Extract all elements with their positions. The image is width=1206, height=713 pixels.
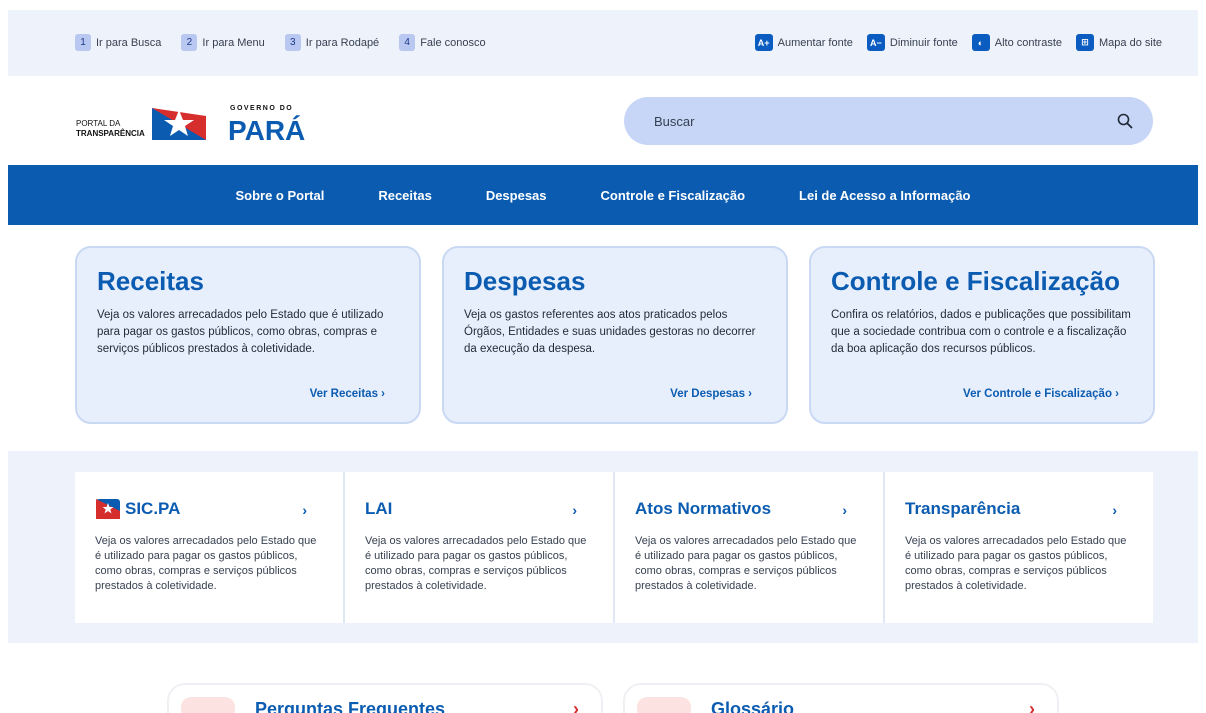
sitemap-icon: ⊞ — [1076, 34, 1095, 51]
skip-label: Ir para Menu — [202, 36, 265, 49]
skip-link-menu[interactable]: 2 Ir para Menu — [181, 34, 265, 51]
tile-title: Atos Normativos — [635, 498, 861, 520]
card-text: Veja os valores arrecadados pelo Estado … — [97, 309, 384, 355]
tile-atos-normativos[interactable]: Atos Normativos › Veja os valores arreca… — [615, 472, 885, 623]
card-title: Receitas — [97, 266, 204, 296]
portal-logo[interactable]: PORTAL DA TRANSPARÊNCIA GOVERNO DO PARÁ — [76, 102, 316, 146]
card-text: Veja os gastos referentes aos atos prati… — [464, 309, 756, 355]
tool-label: Aumentar fonte — [777, 36, 853, 49]
tile-title-text: SIC.PA — [125, 499, 181, 518]
logo-gov: GOVERNO DO — [230, 105, 293, 112]
font-decrease-icon: A− — [866, 34, 885, 51]
contrast-icon: ◐ — [971, 34, 990, 51]
nav-sobre-portal[interactable]: Sobre o Portal — [208, 188, 351, 203]
font-increase-icon: A+ — [754, 34, 773, 51]
sitemap-button[interactable]: ⊞ Mapa do site — [1076, 34, 1162, 51]
tile-transparencia[interactable]: Transparência › Veja os valores arrecada… — [885, 472, 1153, 623]
tile-title-text: Atos Normativos — [635, 499, 772, 518]
card-glossario[interactable]: Glossário › — [623, 683, 1059, 713]
chevron-right-icon[interactable]: › — [573, 699, 579, 713]
chevron-right-icon[interactable]: › — [302, 502, 307, 518]
search-input[interactable] — [654, 113, 1094, 129]
skip-number: 3 — [284, 34, 301, 51]
tile-title: LAI — [365, 498, 591, 520]
ver-controle-link[interactable]: Ver Controle e Fiscalização › — [963, 388, 1119, 400]
card-despesas[interactable]: Despesas Veja os gastos referentes aos a… — [442, 246, 788, 424]
chevron-right-icon[interactable]: › — [1112, 502, 1117, 518]
tile-text: Veja os valores arrecadados pelo Estado … — [905, 535, 1127, 592]
skip-link-footer[interactable]: 3 Ir para Rodapé — [284, 34, 380, 51]
logo-line1: PORTAL DA — [76, 119, 121, 128]
tool-label: Alto contraste — [994, 36, 1063, 49]
accessibility-bar: 1 Ir para Busca 2 Ir para Menu 3 Ir para… — [8, 10, 1198, 76]
tile-title-text: LAI — [365, 499, 393, 518]
tile-text: Veja os valores arrecadados pelo Estado … — [635, 535, 857, 592]
tile-title: Transparência — [905, 498, 1131, 520]
skip-link-contact[interactable]: 4 Fale conosco — [399, 34, 486, 51]
sic-flag-icon — [96, 499, 120, 519]
skip-label: Ir para Rodapé — [305, 36, 380, 49]
chevron-right-icon[interactable]: › — [1029, 699, 1035, 713]
glossary-icon — [637, 697, 691, 713]
high-contrast-button[interactable]: ◐ Alto contraste — [971, 34, 1063, 51]
faq-icon — [181, 697, 235, 713]
card-perguntas-frequentes[interactable]: Perguntas Frequentes › — [167, 683, 603, 713]
chevron-right-icon[interactable]: › — [842, 502, 847, 518]
tool-label: Diminuir fonte — [889, 36, 958, 49]
tile-lai[interactable]: LAI › Veja os valores arrecadados pelo E… — [345, 472, 615, 623]
para-flag-icon: PORTAL DA TRANSPARÊNCIA GOVERNO DO PARÁ — [76, 105, 305, 146]
decrease-font-button[interactable]: A− Diminuir fonte — [866, 34, 958, 51]
tile-text: Veja os valores arrecadados pelo Estado … — [95, 535, 317, 592]
skip-number: 2 — [181, 34, 198, 51]
search-bar — [624, 97, 1153, 145]
skip-label: Ir para Busca — [96, 36, 162, 49]
tool-label: Mapa do site — [1099, 36, 1162, 49]
tile-text: Veja os valores arrecadados pelo Estado … — [365, 535, 587, 592]
ver-despesas-link[interactable]: Ver Despesas › — [670, 388, 752, 400]
search-icon[interactable] — [1117, 113, 1133, 129]
skip-number: 4 — [399, 34, 416, 51]
tile-title: SIC.PA — [95, 498, 321, 520]
skip-links: 1 Ir para Busca 2 Ir para Menu 3 Ir para… — [75, 34, 486, 51]
card-receitas[interactable]: Receitas Veja os valores arrecadados pel… — [75, 246, 421, 424]
nav-despesas[interactable]: Despesas — [459, 188, 574, 203]
bcard-title: Perguntas Frequentes — [255, 699, 446, 713]
card-title: Controle e Fiscalização — [831, 266, 1120, 296]
main-nav: Sobre o Portal Receitas Despesas Control… — [8, 165, 1198, 225]
increase-font-button[interactable]: A+ Aumentar fonte — [754, 34, 853, 51]
secondary-tiles: SIC.PA › Veja os valores arrecadados pel… — [75, 472, 1153, 623]
nav-lei-acesso[interactable]: Lei de Acesso a Informação — [772, 188, 997, 203]
skip-link-search[interactable]: 1 Ir para Busca — [75, 34, 161, 51]
chevron-right-icon[interactable]: › — [572, 502, 577, 518]
tile-title-text: Transparência — [905, 499, 1021, 518]
card-text: Confira os relatórios, dados e publicaçõ… — [831, 309, 1131, 355]
logo-line2: TRANSPARÊNCIA — [76, 129, 145, 138]
nav-receitas[interactable]: Receitas — [351, 188, 458, 203]
bcard-title: Glossário — [711, 699, 795, 713]
logo-state: PARÁ — [228, 115, 305, 142]
tile-sic-pa[interactable]: SIC.PA › Veja os valores arrecadados pel… — [75, 472, 345, 623]
card-title: Despesas — [464, 266, 586, 296]
skip-label: Fale conosco — [420, 36, 486, 49]
nav-controle-fiscalizacao[interactable]: Controle e Fiscalização — [574, 188, 773, 203]
accessibility-tools: A+ Aumentar fonte A− Diminuir fonte ◐ Al… — [754, 34, 1162, 51]
skip-number: 1 — [75, 34, 91, 51]
ver-receitas-link[interactable]: Ver Receitas › — [310, 388, 385, 400]
card-controle[interactable]: Controle e Fiscalização Confira os relat… — [809, 246, 1155, 424]
